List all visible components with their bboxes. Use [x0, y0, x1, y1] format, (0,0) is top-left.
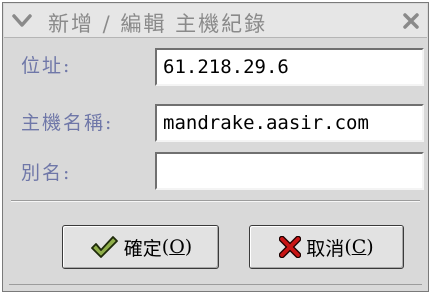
hostname-field[interactable]: mandrake.aasir.com [155, 104, 424, 142]
cancel-button[interactable]: 取消(C) [249, 225, 404, 269]
title-bar[interactable]: 新增 / 編輯 主機紀錄 [4, 4, 427, 38]
close-icon[interactable] [399, 10, 423, 32]
x-mark-icon [279, 236, 302, 258]
checkmark-icon [89, 234, 119, 260]
address-field[interactable]: 61.218.29.6 [155, 48, 424, 86]
cancel-paren-close: ) [366, 236, 374, 258]
ok-button-label: 確定 [123, 237, 162, 260]
alias-field[interactable] [155, 152, 424, 190]
ok-button[interactable]: 確定(O) [62, 225, 219, 269]
ok-paren-close: ) [184, 236, 193, 258]
separator [11, 200, 420, 202]
cancel-mnemonic: C [351, 236, 367, 258]
hostname-label: 主機名稱: [21, 112, 114, 134]
dialog-window: 新增 / 編輯 主機紀錄 位址: 61.218.29.6 主機名稱: mandr… [2, 2, 429, 292]
address-label: 位址: [21, 55, 72, 77]
chevron-down-icon[interactable] [10, 9, 34, 33]
cancel-paren-open: ( [344, 236, 352, 258]
ok-paren-open: ( [161, 236, 170, 258]
cancel-button-label: 取消 [306, 237, 345, 260]
window-title: 新增 / 編輯 主機紀錄 [48, 12, 268, 36]
ok-mnemonic: O [169, 236, 185, 258]
alias-label: 別名: [21, 162, 72, 184]
bottom-edge [9, 284, 422, 289]
